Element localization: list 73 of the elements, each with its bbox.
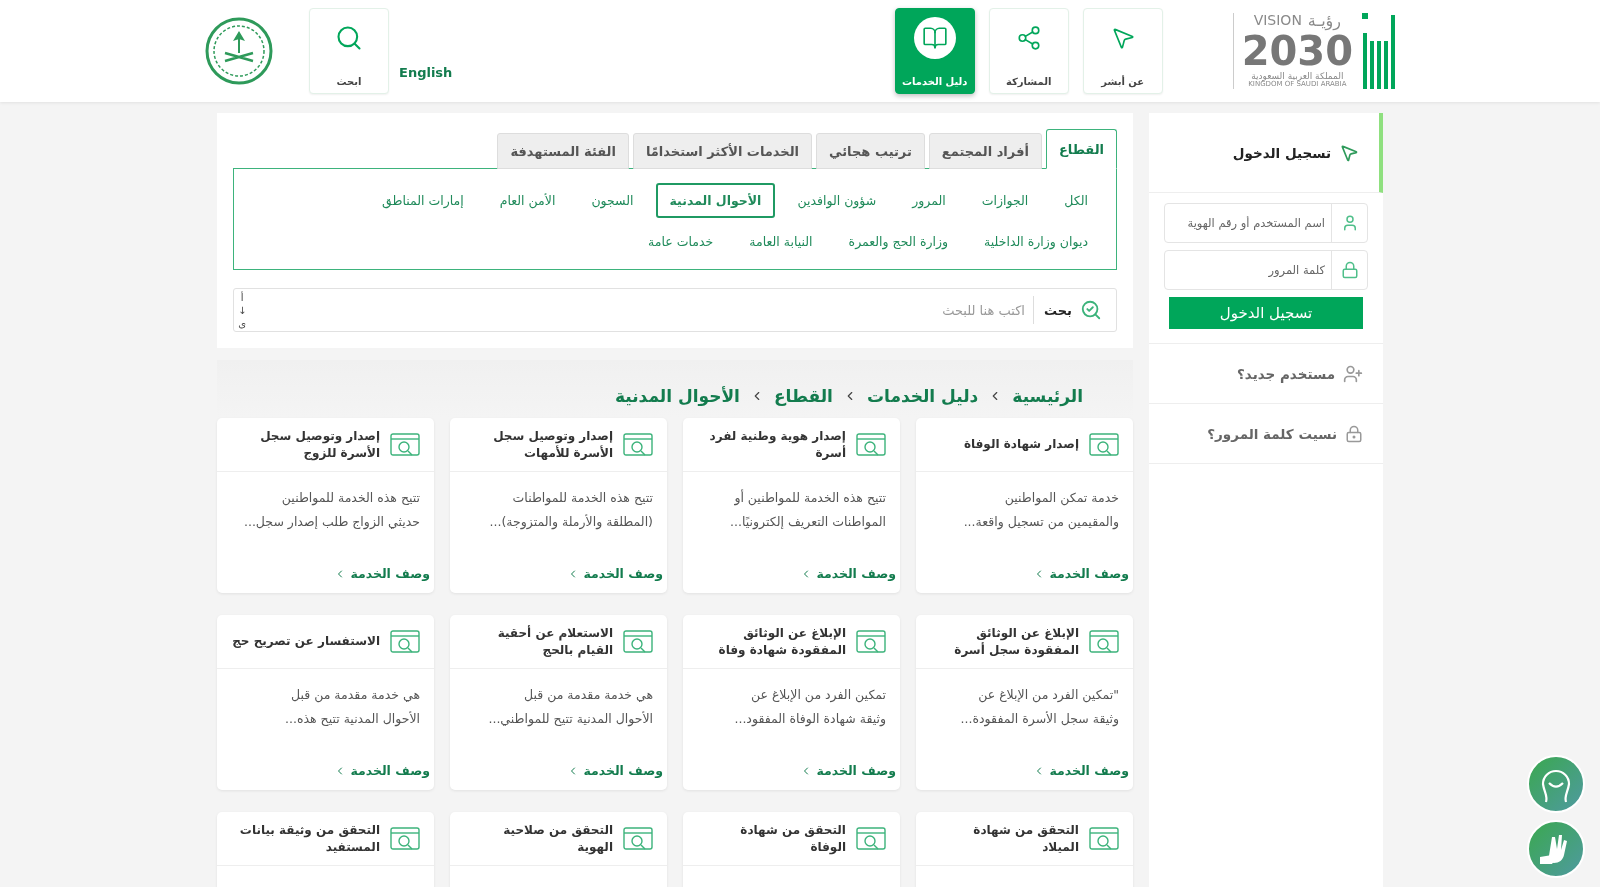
service-search-icon xyxy=(1089,826,1119,851)
breadcrumb-link[interactable]: دليل الخدمات xyxy=(866,386,979,406)
service-title: الاستفسار عن تصريح حج xyxy=(232,633,380,650)
service-description: خدمة تمكن المواطنين والمقيمين من تسجيل واقعة... xyxy=(962,489,1120,532)
service-title: إصدار وتوصيل سجل الأسرة للأمهات xyxy=(493,427,613,462)
service-search-icon xyxy=(623,432,653,457)
search-button[interactable]: ابحث xyxy=(309,8,389,94)
user-plus-icon xyxy=(1343,363,1363,384)
breadcrumb-link[interactable]: القطاع xyxy=(773,386,833,406)
service-search-icon xyxy=(856,432,886,457)
service-title: التحقق من شهادة الميلاد xyxy=(973,821,1079,856)
search-icon xyxy=(1080,299,1102,321)
emblem-icon xyxy=(205,17,273,85)
service-details-link[interactable]: وصف الخدمة xyxy=(567,763,663,778)
filter-tab[interactable]: ترتيب هجائي xyxy=(816,133,925,169)
sort-glyph: ى xyxy=(238,316,247,330)
service-description: تمكين الفرد من الإبلاغ عن وثيقة شهادة الوفاة المفقود... xyxy=(733,686,887,729)
service-search-icon xyxy=(390,629,420,654)
new-user-link[interactable]: مستخدم جديد؟ xyxy=(1149,344,1383,404)
category-link[interactable]: الأحوال المدنية xyxy=(655,183,776,218)
search-submit-button[interactable]: بحث xyxy=(1033,296,1116,324)
service-search-icon xyxy=(623,826,653,851)
service-search-icon xyxy=(1089,629,1119,654)
service-description: تتيح هذه الخدمة للمواطنين حديثي الزواج طلب إصدار سجل... xyxy=(242,489,421,532)
password-field[interactable]: كلمة المرور xyxy=(1164,250,1368,290)
service-details-link[interactable]: وصف الخدمة xyxy=(334,566,430,581)
forgot-password-link[interactable]: نسيت كلمة المرور؟ xyxy=(1149,404,1383,464)
username-field[interactable]: اسم المستخدم أو رقم الهوية xyxy=(1164,203,1368,243)
service-details-link[interactable]: وصف الخدمة xyxy=(567,566,663,581)
service-title: إصدار وتوصيل سجل الأسرة للزوج xyxy=(260,427,380,462)
service-search-icon xyxy=(856,826,886,851)
sort-glyph: أ xyxy=(240,290,244,304)
nav-button[interactable]: المشاركة xyxy=(988,8,1069,94)
service-title: التحقق من صلاحية الهوية xyxy=(503,821,613,856)
service-search-icon xyxy=(1089,432,1119,457)
service-description: تتيح هذه الخدمة للمواطنين أو المواطنات التعريف إلكترونيًا... xyxy=(729,488,887,532)
filter-tab[interactable]: أفراد المجتمع xyxy=(928,133,1042,169)
service-details-link[interactable]: وصف الخدمة xyxy=(334,763,430,778)
login-button[interactable]: تسجيل الدخول xyxy=(1169,297,1363,329)
search-input[interactable]: اكتب هنا للبحث xyxy=(246,289,1033,331)
service-title: الاستعلام عن أحقية القيام بالحج xyxy=(497,624,613,659)
service-description: "تمكين الفرد من الإبلاغ عن وثيقة سجل الأسرة المفقودة... xyxy=(959,686,1120,729)
filter-tab[interactable]: القطاع xyxy=(1045,129,1117,169)
lock-icon xyxy=(1345,424,1363,443)
service-details-link[interactable]: وصف الخدمة xyxy=(800,763,896,778)
service-title: إصدار شهادة الوفاة xyxy=(963,436,1079,453)
service-title: التحقق من وثيقة بيانات المستفيد xyxy=(239,821,380,856)
service-title: الإبلاغ عن الوثائق المفقودة سجل أسرة xyxy=(954,624,1079,659)
login-title: تسجيل الدخول xyxy=(1232,144,1331,161)
filter-tab[interactable]: الفئة المستهدفة xyxy=(497,133,629,169)
service-description: هي خدمة مقدمة من قبل الأحوال المدنية تتيح للمواطني... xyxy=(487,686,654,729)
service-title: إصدار هوية وطنية لفرد أسرة xyxy=(709,427,846,462)
absher-logo-icon xyxy=(1361,11,1395,91)
service-search-icon xyxy=(856,629,886,654)
service-description: هي خدمة مقدمة من قبل الأحوال المدنية تتيح هذه... xyxy=(284,686,421,729)
breadcrumb-link[interactable]: الأحوال المدنية xyxy=(614,386,740,406)
search-field[interactable]: بحث اكتب هنا للبحث أ ↓ ى xyxy=(233,288,1117,332)
service-search-icon xyxy=(390,826,420,851)
service-details-link[interactable]: وصف الخدمة xyxy=(800,566,896,581)
service-details-link[interactable]: وصف الخدمة xyxy=(1033,566,1129,581)
nav-button[interactable]: دليل الخدمات xyxy=(894,8,975,94)
book-icon xyxy=(913,17,956,59)
service-search-icon xyxy=(390,432,420,457)
sort-glyph: ↓ xyxy=(238,303,247,317)
service-search-icon xyxy=(623,629,653,654)
nav-button[interactable]: عن أبشر xyxy=(1082,8,1163,94)
service-title: الإبلاغ عن الوثائق المفقودة شهادة وفاة xyxy=(718,624,846,659)
service-details-link[interactable]: وصف الخدمة xyxy=(1033,763,1129,778)
filter-tab[interactable]: الخدمات الأكثر استخدامًا xyxy=(632,133,813,169)
service-description: تتيح هذه الخدمة للمواطنات (المطلقة والأرملة والمتزوجة)... xyxy=(488,489,654,532)
service-title: التحقق من شهادة الوفاة xyxy=(740,821,846,856)
breadcrumb-link[interactable]: الرئيسية xyxy=(1012,386,1083,406)
language-link[interactable]: English xyxy=(399,65,453,80)
